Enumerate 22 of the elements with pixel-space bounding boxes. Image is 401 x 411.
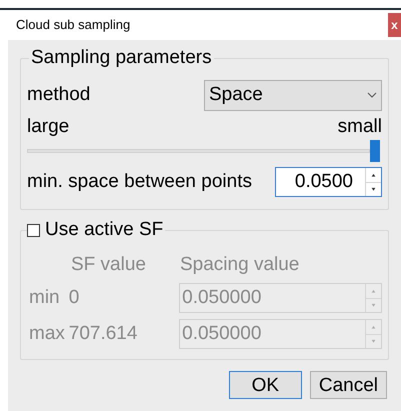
spacing-label: min. space between points [27, 170, 252, 194]
sf-value: 0 [68, 286, 80, 310]
row-label: min [28, 286, 61, 310]
checkbox[interactable] [27, 224, 40, 236]
small-label: small [338, 115, 382, 139]
slider[interactable] [27, 140, 380, 162]
close-button[interactable]: x [388, 13, 401, 37]
column-header: SF value [71, 253, 147, 277]
spacing-spinbox[interactable]: 0.0500 [275, 167, 382, 197]
method-dropdown[interactable]: Space [204, 80, 382, 110]
window-title: Cloud sub sampling [16, 16, 130, 34]
large-label: large [27, 115, 70, 139]
slider-handle[interactable] [370, 140, 380, 162]
method-label: method [27, 82, 90, 107]
sf-value: 707.614 [68, 322, 138, 346]
row-label: max [28, 322, 66, 346]
checkbox-label: Use active SF [45, 218, 164, 242]
column-header: Spacing value [180, 253, 300, 277]
ok-button[interactable]: OK [228, 371, 302, 399]
cancel-button[interactable]: Cancel [310, 371, 387, 399]
chevron-down-icon [367, 92, 377, 98]
group-title: Sampling parameters [29, 46, 214, 70]
